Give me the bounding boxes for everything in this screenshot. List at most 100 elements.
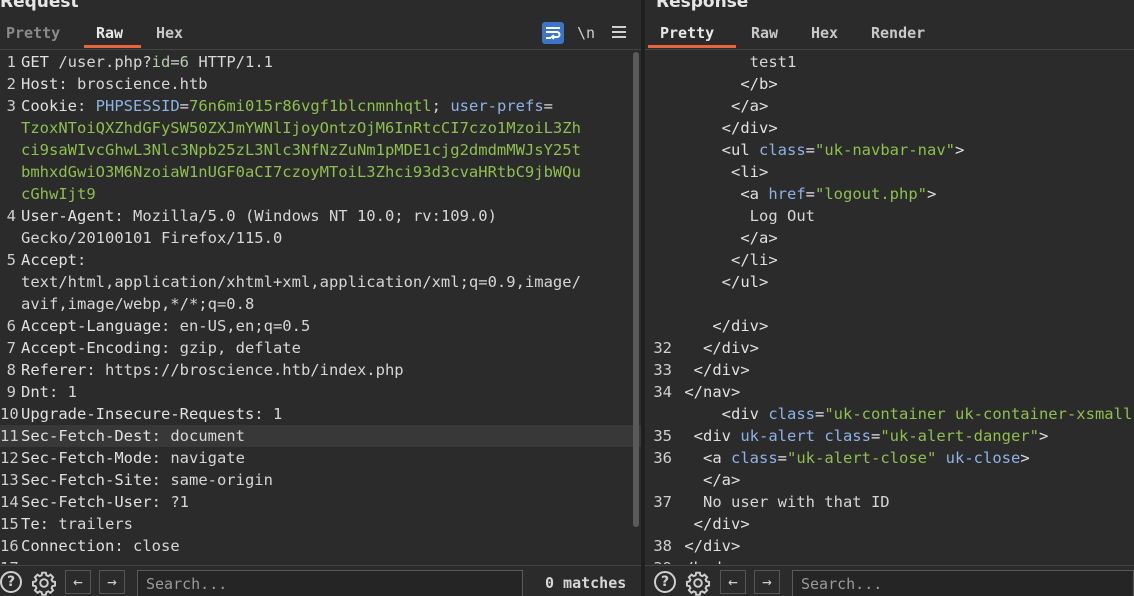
code-line: 2 Host: broscience.htb: [0, 73, 641, 95]
code-line: 38 </div>: [645, 535, 1134, 557]
line-number: 16: [0, 537, 19, 555]
line-content: TzoxNToiQXZhdGFySW50ZXJmYWNlIjoyOntzOjM6…: [21, 117, 627, 139]
line-content: <li>: [675, 161, 1134, 183]
help-icon[interactable]: ?: [0, 571, 22, 593]
code-line: 6 Accept-Language: en-US,en;q=0.5: [0, 315, 641, 337]
code-line: 1 GET /user.php?id=6 HTTP/1.1: [0, 51, 641, 73]
code-line: </ul>: [645, 271, 1134, 293]
code-line: 34 </nav>: [645, 381, 1134, 403]
newline-icon[interactable]: \n: [574, 22, 598, 44]
code-token: 76n6mi015r86vgf1blcnmnhqtl: [189, 97, 432, 115]
response-tab-pretty[interactable]: Pretty: [660, 24, 714, 44]
menu-icon[interactable]: [608, 22, 630, 44]
code-token: : same-origin: [151, 471, 273, 489]
arrow-left-icon[interactable]: ←: [65, 570, 91, 594]
code-token: : trailers: [39, 515, 133, 533]
code-token: uk-alert class: [740, 427, 871, 445]
code-token: Gecko/20100101 Firefox/115.0: [21, 229, 283, 247]
code-line: 13 Sec-Fetch-Site: same-origin: [0, 469, 641, 491]
code-token: <a: [675, 449, 731, 467]
code-token: : document: [151, 427, 245, 445]
code-token: =: [170, 53, 180, 71]
code-line: TzoxNToiQXZhdGFySW50ZXJmYWNlIjoyOntzOjM6…: [0, 117, 641, 139]
arrow-left-icon[interactable]: ←: [720, 570, 746, 594]
response-search-field[interactable]: [792, 570, 1134, 596]
code-token: text/html,application/xhtml+xml,applicat…: [21, 273, 581, 291]
code-token: Dnt: [21, 383, 49, 401]
code-token: href: [768, 185, 806, 203]
code-token: Connection: [21, 537, 115, 555]
request-editor[interactable]: 1 GET /user.php?id=6 HTTP/1.1 2 Host: brosc…: [0, 51, 641, 564]
request-tab-raw[interactable]: Raw: [96, 24, 123, 44]
response-tab-hex[interactable]: Hex: [811, 24, 838, 44]
code-token: : gzip, deflate: [160, 339, 301, 357]
code-line: </a>: [645, 469, 1134, 491]
code-line: 15 Te: trailers: [0, 513, 641, 535]
request-tab-hex[interactable]: Hex: [156, 24, 183, 44]
line-content: Cookie: PHPSESSID=76n6mi015r86vgf1blcnmn…: [21, 95, 627, 117]
code-token: </a>: [675, 97, 769, 115]
code-token: >: [1038, 427, 1049, 445]
code-token: </div>: [675, 339, 759, 357]
gear-icon[interactable]: [685, 570, 711, 596]
code-line: </div>: [645, 513, 1134, 535]
response-title: Response: [656, 0, 749, 12]
response-tab-raw[interactable]: Raw: [751, 24, 778, 44]
request-scrollbar-thumb[interactable]: [633, 52, 639, 527]
line-content: <div class="uk-container uk-container-xs…: [675, 403, 1134, 425]
code-line: 17: [0, 557, 641, 564]
response-search-input[interactable]: [793, 571, 1133, 596]
wrap-lines-icon[interactable]: [542, 22, 564, 44]
request-scrollbar[interactable]: [633, 52, 639, 560]
line-content: </div>: [675, 337, 1134, 359]
code-token: </li>: [675, 251, 778, 269]
request-active-tab-indicator: [84, 45, 141, 48]
code-token: <div: [675, 405, 769, 423]
request-pane: Request Pretty Raw Hex \n 1 GET /user.php…: [0, 0, 641, 596]
code-token: : Mozilla/5.0 (Windows NT 10.0; rv:109.0…: [114, 207, 497, 225]
code-token: ;: [431, 97, 451, 115]
code-line: </a>: [645, 95, 1134, 117]
line-number: 32: [653, 339, 672, 357]
arrow-right-icon[interactable]: →: [99, 570, 125, 594]
line-content: Connection: close: [21, 535, 627, 557]
line-content: Sec-Fetch-User: ?1: [21, 491, 627, 513]
line-content: Sec-Fetch-Mode: navigate: [21, 447, 627, 469]
request-search-input[interactable]: [138, 571, 522, 596]
request-tab-pretty[interactable]: Pretty: [6, 24, 60, 44]
code-token: =: [805, 185, 815, 203]
response-tab-render[interactable]: Render: [871, 24, 925, 44]
line-number: 3: [6, 97, 16, 115]
gear-icon[interactable]: [31, 570, 57, 596]
line-number: 12: [0, 449, 19, 467]
request-search-field[interactable]: [137, 570, 523, 596]
code-line: </b>: [645, 73, 1134, 95]
line-content: ci9saWIvcGhwL3Nlc3Npb25zL3Nlc3NfNzZuNm1p…: [21, 139, 627, 161]
line-content: </div>: [675, 315, 1134, 337]
code-token: <li>: [675, 163, 769, 181]
line-number: 35: [653, 427, 672, 445]
code-token: "uk-alert-danger": [880, 427, 1039, 445]
response-search-bar: ? ← →: [645, 565, 1134, 596]
code-token: : navigate: [151, 449, 245, 467]
help-icon[interactable]: ?: [654, 571, 676, 593]
arrow-right-icon[interactable]: →: [754, 570, 780, 594]
line-content: </div>: [675, 359, 1134, 381]
response-editor[interactable]: test1 </b> </a> </div> <ul class="uk-nav…: [645, 51, 1134, 564]
code-token: </div>: [675, 515, 750, 533]
code-line: 7 Accept-Encoding: gzip, deflate: [0, 337, 641, 359]
line-number: 4: [6, 207, 16, 225]
code-line: 32 </div>: [645, 337, 1134, 359]
code-line: test1: [645, 51, 1134, 73]
request-tabbar: Pretty Raw Hex \n: [0, 20, 641, 50]
code-token: bmhxdGwiO3M6NzoiaW1nUGF0aCI7czoyMToiL3Zh…: [21, 163, 581, 181]
code-line: 3 Cookie: PHPSESSID=76n6mi015r86vgf1blcnm…: [0, 95, 641, 117]
code-token: "uk-navbar-nav": [815, 141, 955, 159]
line-content: text/html,application/xhtml+xml,applicat…: [21, 271, 627, 293]
code-token: : https://broscience.htb/index.php: [86, 361, 404, 379]
code-token: "uk-alert-close": [787, 449, 937, 467]
line-content: </div>: [675, 117, 1134, 139]
code-token: =: [777, 449, 788, 467]
code-token: </nav>: [675, 383, 741, 401]
